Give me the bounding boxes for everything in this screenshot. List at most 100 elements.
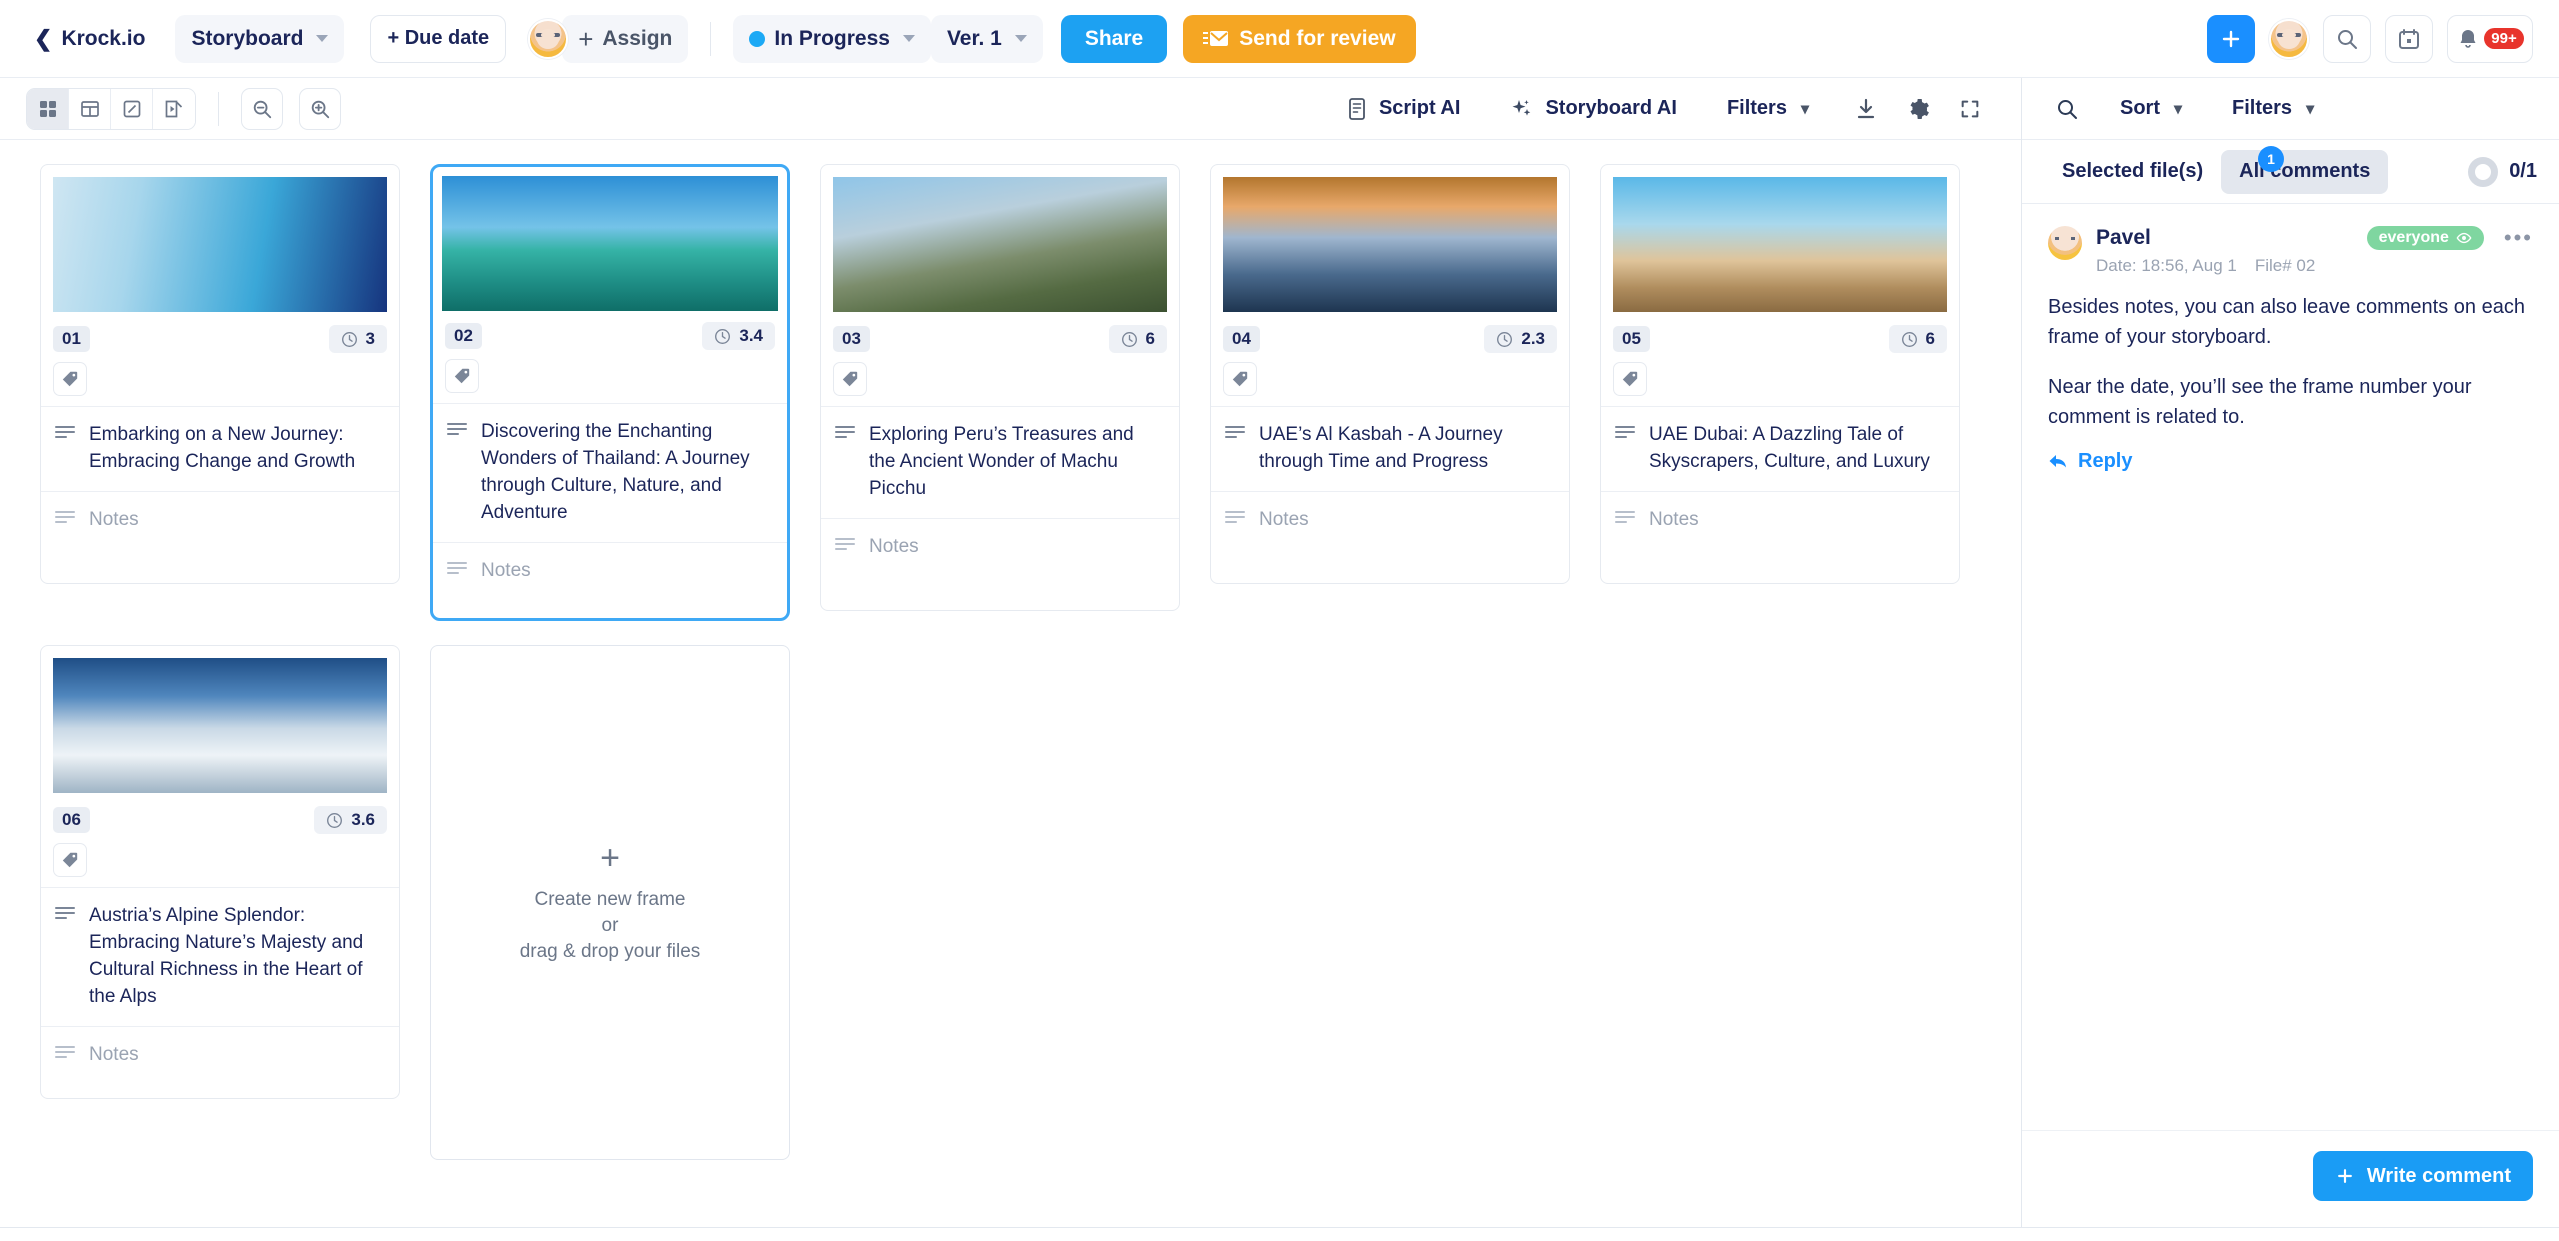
frame-card[interactable]: 06 3.6 Austria’s Alpine Splendor: Embrac… [40,645,400,1099]
frame-number: 03 [833,326,870,352]
frame-card[interactable]: 03 6 Exploring Peru’s Treasures and the … [820,164,1180,611]
status-selector[interactable]: In Progress [733,14,931,63]
script-icon [1346,97,1368,121]
calendar-button[interactable] [2385,14,2433,63]
progress-label: 0/1 [2509,160,2537,182]
share-label: Share [1084,26,1144,50]
app-root: ❮ Krock.io Storyboard + Due date + Assig… [0,0,2559,1241]
frame-tag-button[interactable] [1613,362,1647,396]
frame-thumbnail[interactable] [53,658,387,793]
frame-notes-row[interactable]: Notes [821,519,1179,576]
frame-tag-button[interactable] [445,359,479,393]
comments-tabs: Selected file(s) All comments 1 0/1 [2022,140,2559,204]
back-to-krock-button[interactable]: ❮ Krock.io [18,15,161,63]
frame-thumbnail[interactable] [442,176,778,311]
frame-card[interactable]: 01 3 Embarking on a New Journey: Embraci… [40,164,400,584]
comment-paragraph-2: Near the date, you’ll see the frame numb… [2048,376,2472,428]
version-selector[interactable]: Ver. 1 [930,14,1043,63]
clock-icon [715,328,731,344]
edit-view-icon [123,100,140,117]
script-ai-button[interactable]: Script AI [1327,86,1479,131]
frame-title-row[interactable]: UAE Dubai: A Dazzling Tale of Skyscraper… [1601,407,1959,491]
frame-title-row[interactable]: Discovering the Enchanting Wonders of Th… [433,404,787,542]
grid-view-icon [39,100,56,117]
clock-icon [1121,331,1137,347]
tab-all-comments[interactable]: All comments [2221,149,2389,194]
zoom-in-icon [311,100,330,118]
frame-tag-button[interactable] [1223,362,1257,396]
frame-card[interactable]: 02 3.4 Discovering the Enchanting Wonder… [430,164,790,621]
tag-icon [454,368,470,384]
chevron-down-icon: ▾ [2306,100,2315,118]
view-mode-table[interactable] [69,88,111,129]
write-comment-button[interactable]: Write comment [2312,1151,2533,1201]
send-for-review-button[interactable]: Send for review [1183,14,1416,63]
project-selector[interactable]: Storyboard [175,14,345,63]
frame-duration-value: 3 [365,329,375,348]
comments-filters-button[interactable]: Filters ▾ [2214,86,2333,131]
frame-meta-row: 01 3 [41,322,399,356]
fullscreen-button[interactable] [1949,87,1991,130]
envelope-icon [1203,29,1229,49]
download-button[interactable] [1845,87,1887,130]
comments-toolbar: Sort ▾ Filters ▾ [2022,78,2559,140]
frame-notes: Notes [869,536,919,557]
frame-duration: 3.6 [314,806,387,834]
assignee-avatar[interactable] [528,18,569,59]
frame-card[interactable]: 05 6 UAE Dubai: A Dazzling Tale of Skysc… [1600,164,1960,584]
storyboard-ai-button[interactable]: Storyboard AI [1492,86,1695,131]
view-mode-present[interactable] [153,88,195,129]
card-tail-space [821,576,1179,610]
frame-tag-button[interactable] [833,362,867,396]
text-lines-icon [55,906,75,1010]
clock-icon [327,812,343,828]
frame-thumbnail[interactable] [53,177,387,312]
due-date-button[interactable]: + Due date [370,14,507,63]
frame-title: Discovering the Enchanting Wonders of Th… [481,421,750,523]
global-search-button[interactable] [2323,14,2371,63]
create-new-frame-dropzone[interactable]: + Create new frame or drag & drop your f… [430,645,790,1160]
frame-number: 04 [1223,326,1260,352]
assign-button[interactable]: + Assign [562,14,689,63]
settings-button[interactable] [1897,87,1939,130]
notifications-button[interactable]: 99+ [2447,14,2533,63]
zoom-out-button[interactable] [241,87,283,130]
frame-title-row[interactable]: Exploring Peru’s Treasures and the Ancie… [821,407,1179,518]
chevron-left-icon: ❮ [34,25,53,51]
frame-thumbnail[interactable] [1223,177,1557,312]
zoom-out-icon [253,100,272,118]
frame-notes-row[interactable]: Notes [41,492,399,549]
frame-notes-row[interactable]: Notes [433,543,787,600]
user-avatar[interactable] [2269,18,2309,59]
frame-notes-row[interactable]: Notes [1601,492,1959,549]
plus-icon [2337,1169,2352,1183]
view-mode-grid[interactable] [27,88,69,129]
frame-thumbnail[interactable] [1613,177,1947,312]
frame-notes-row[interactable]: Notes [41,1027,399,1084]
zoom-in-button[interactable] [299,87,341,130]
reply-button[interactable]: Reply [2048,450,2533,473]
frame-notes-row[interactable]: Notes [1211,492,1569,549]
comments-search-button[interactable] [2046,87,2088,130]
sort-button[interactable]: Sort ▾ [2102,86,2201,131]
add-button[interactable] [2207,14,2255,63]
frame-tag-button[interactable] [53,362,87,396]
frame-card[interactable]: 04 2.3 UAE’s Al Kasbah - A Journey throu… [1210,164,1570,584]
view-mode-edit[interactable] [111,88,153,129]
frame-title-row[interactable]: UAE’s Al Kasbah - A Journey through Time… [1211,407,1569,491]
frame-number: 01 [53,326,90,352]
frame-title-row[interactable]: Austria’s Alpine Splendor: Embracing Nat… [41,888,399,1026]
tag-icon [62,852,78,868]
board-filters-button[interactable]: Filters ▾ [1708,86,1827,131]
frame-tag-button[interactable] [53,843,87,877]
share-button[interactable]: Share [1060,14,1168,63]
comment-visibility-badge[interactable]: everyone [2366,226,2484,250]
frame-title-row[interactable]: Embarking on a New Journey: Embracing Ch… [41,407,399,491]
frame-thumbnail[interactable] [833,177,1167,312]
comment-paragraph-1: Besides notes, you can also leave commen… [2048,296,2525,348]
frame-duration: 3.4 [702,322,775,350]
more-options-icon[interactable]: ••• [2504,227,2533,249]
tab-selected-files[interactable]: Selected file(s) [2044,150,2221,194]
search-icon [2338,29,2357,49]
frame-title: Embarking on a New Journey: Embracing Ch… [89,424,356,472]
